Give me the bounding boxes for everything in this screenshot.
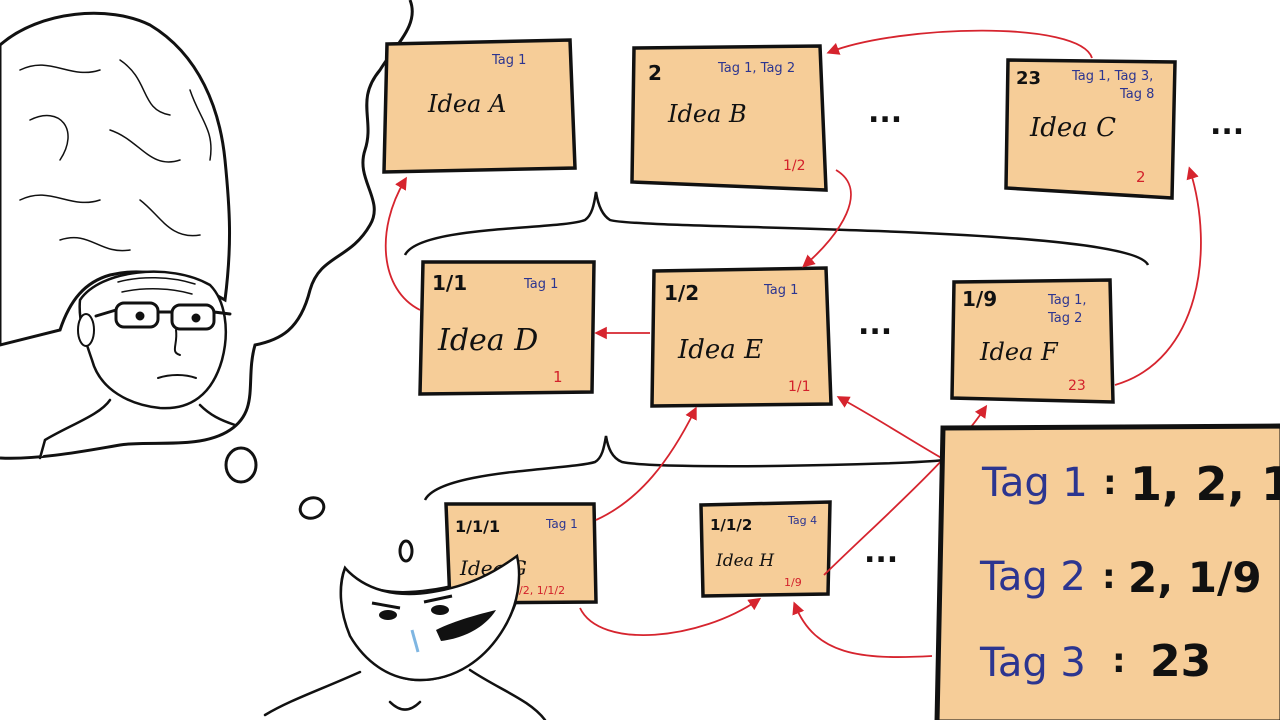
card-h-tag: Tag 4 [787, 514, 817, 527]
smug-eye-left-overlay [379, 610, 397, 620]
card-c-tag-line1: Tag 1, Tag 3, [1071, 69, 1153, 84]
tag-index-tag-1: Tag 1 [981, 460, 1088, 506]
card-c-id: 23 [1016, 68, 1041, 89]
card-g-id: 1/1/1 [455, 517, 500, 536]
card-c-title: Idea C [1029, 113, 1116, 143]
tag-index-ids-3: 23 [1150, 636, 1211, 687]
card-h-title: Idea H [715, 551, 775, 571]
card-f-tag-line1: Tag 1, [1047, 293, 1087, 308]
card-d-title: Idea D [437, 323, 538, 358]
zettelkasten-meme-diagram: Tag 1 Idea A 2 Tag 1, Tag 2 Idea B 1/2 2… [0, 0, 1280, 720]
body-shoulders [38, 398, 237, 460]
card-a-tag: Tag 1 [491, 53, 526, 68]
tag-index-row-1: Tag 1 : 1, 2, 1/1 [981, 457, 1280, 511]
card-c-tag-line2: Tag 8 [1119, 87, 1154, 102]
card-g-refs: 1/2, 1/1/2 [512, 584, 565, 597]
ellipsis-row1-middle: ... [868, 95, 902, 130]
card-b-title: Idea B [667, 100, 747, 128]
ellipsis-row1-right: ... [1210, 107, 1244, 142]
brace-upper [403, 191, 1150, 266]
tag-index-tag-3: Tag 3 [979, 640, 1086, 686]
eye-right [191, 313, 201, 323]
eye-left [135, 311, 145, 321]
ellipsis-row3: ... [864, 535, 898, 570]
card-h-refs: 1/9 [784, 576, 802, 589]
tag-index-colon-3: : [1112, 641, 1126, 681]
smug-head-overlay [339, 553, 521, 682]
tag-index-tag-2: Tag 2 [979, 554, 1086, 600]
card-a-title: Idea A [427, 90, 506, 118]
card-g-tag: Tag 1 [545, 517, 578, 531]
brace-lower [423, 435, 946, 501]
card-f-refs: 23 [1068, 378, 1086, 394]
card-c-refs: 2 [1136, 168, 1146, 186]
arrow-index-to-e [836, 396, 946, 461]
card-f-title: Idea F [979, 338, 1059, 366]
card-d-tag: Tag 1 [523, 277, 558, 292]
arrow-c-to-b [826, 29, 1093, 59]
smug-eye-right-overlay [431, 605, 449, 615]
tag-index-ids-2: 2, 1/9 [1128, 553, 1262, 602]
tag-index-ids-1: 1, 2, 1/1 [1130, 457, 1280, 511]
card-e-refs: 1/1 [788, 379, 811, 395]
left-ear [77, 313, 95, 347]
arrow-index-to-h [792, 601, 933, 658]
arrow-f-to-c [1114, 166, 1202, 386]
card-d-refs: 1 [553, 368, 563, 386]
tag-index-colon-1: : [1103, 463, 1117, 503]
thought-bubble-dot-small [398, 539, 414, 563]
card-e-title: Idea E [677, 335, 763, 365]
card-e-id: 1/2 [664, 281, 699, 305]
tag-index-colon-2: : [1102, 557, 1116, 597]
big-brain-character [0, 11, 237, 460]
card-f-id: 1/9 [962, 287, 997, 311]
card-h-id: 1/1/2 [710, 516, 752, 534]
card-e-tag: Tag 1 [763, 283, 798, 298]
card-b-refs: 1/2 [783, 158, 806, 174]
card-f-tag-line2: Tag 2 [1047, 311, 1082, 326]
card-d-id: 1/1 [432, 271, 467, 295]
card-b-tag: Tag 1, Tag 2 [717, 61, 795, 76]
thought-bubble-dot-large [224, 446, 258, 484]
card-b-id: 2 [648, 61, 662, 85]
ellipsis-row2: ... [858, 307, 892, 342]
face-outline [78, 270, 228, 410]
arrow-g-to-h [579, 597, 762, 636]
thought-bubble-dot-medium [298, 496, 326, 520]
